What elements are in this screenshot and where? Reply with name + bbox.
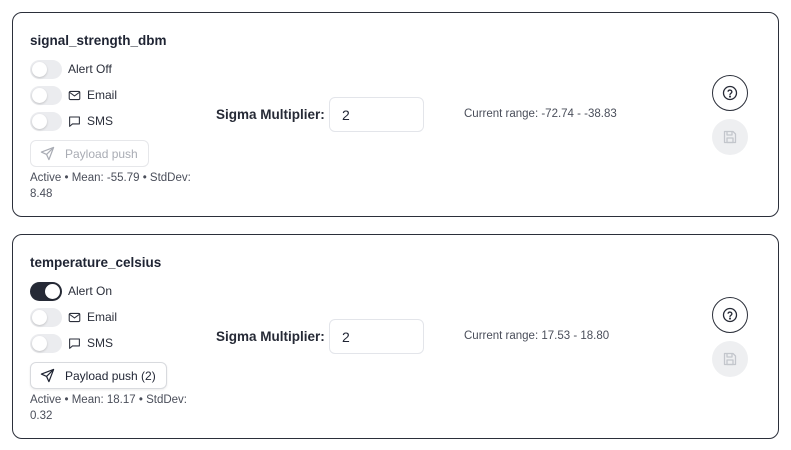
toggle-knob <box>45 283 60 299</box>
alert-label: Alert Off <box>68 62 112 76</box>
help-button[interactable] <box>712 75 748 111</box>
metric-stats: Active • Mean: -55.79 • StdDev: 8.48 <box>30 172 191 200</box>
mail-icon <box>68 311 81 324</box>
current-range: Current range: -72.74 - -38.83 <box>464 108 617 120</box>
mail-icon <box>68 89 81 102</box>
toggle-knob <box>32 87 47 103</box>
send-icon <box>40 368 55 383</box>
email-label: Email <box>87 310 118 324</box>
sms-row: SMS <box>30 111 113 131</box>
alert-row: Alert Off <box>30 59 112 79</box>
sms-label: SMS <box>87 114 114 128</box>
sigma-multiplier-input[interactable] <box>329 97 424 132</box>
sms-label: SMS <box>87 336 114 350</box>
payload-push-button[interactable]: Payload push (2) <box>30 362 167 389</box>
sms-row: SMS <box>30 333 113 353</box>
save-button[interactable] <box>712 341 748 377</box>
email-row: Email <box>30 85 117 105</box>
message-square-icon <box>68 337 81 350</box>
save-icon <box>723 352 737 366</box>
metric-card: temperature_celsius Alert On Email SMS P… <box>12 234 779 439</box>
message-square-icon <box>68 115 81 128</box>
sms-toggle[interactable] <box>30 111 62 131</box>
toggle-knob <box>32 309 47 325</box>
send-icon <box>40 146 55 161</box>
toggle-knob <box>32 61 47 77</box>
payload-push-label: Payload push <box>65 146 138 161</box>
metric-name: signal_strength_dbm <box>30 33 167 48</box>
sms-toggle[interactable] <box>30 333 62 353</box>
toggle-knob <box>32 335 47 351</box>
metric-stats: Active • Mean: 18.17 • StdDev: 0.32 <box>30 394 187 422</box>
alert-label: Alert On <box>68 284 113 298</box>
sigma-multiplier-label: Sigma Multiplier: <box>216 329 325 344</box>
payload-push-label: Payload push (2) <box>65 368 156 383</box>
alert-toggle[interactable] <box>30 59 62 79</box>
alert-row: Alert On <box>30 281 112 301</box>
save-icon <box>723 130 737 144</box>
help-button[interactable] <box>712 297 748 333</box>
sigma-multiplier-input[interactable] <box>329 319 424 354</box>
help-circle-icon <box>722 85 738 101</box>
current-range: Current range: 17.53 - 18.80 <box>464 330 610 342</box>
email-toggle[interactable] <box>30 307 62 327</box>
alert-toggle[interactable] <box>30 281 62 301</box>
save-button[interactable] <box>712 119 748 155</box>
metric-card: signal_strength_dbm Alert Off Email SMS … <box>12 12 779 217</box>
toggle-knob <box>32 113 47 129</box>
help-circle-icon <box>722 307 738 323</box>
sigma-multiplier-label: Sigma Multiplier: <box>216 107 325 122</box>
email-row: Email <box>30 307 117 327</box>
email-toggle[interactable] <box>30 85 62 105</box>
metric-name: temperature_celsius <box>30 255 162 270</box>
email-label: Email <box>87 88 118 102</box>
payload-push-button[interactable]: Payload push <box>30 140 149 167</box>
